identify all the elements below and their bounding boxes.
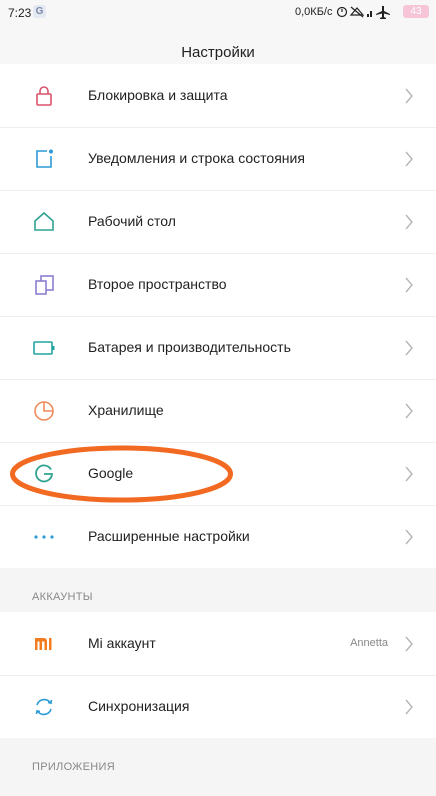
network-speed: 0,0КБ/с bbox=[295, 6, 333, 18]
settings-list: Блокировка и защита Уведомления и строка… bbox=[0, 64, 436, 782]
chevron-right-icon bbox=[405, 340, 413, 355]
settings-item-mi-account[interactable]: Mi аккаунт Annetta bbox=[0, 612, 436, 675]
wifi-off-icon bbox=[349, 6, 365, 18]
settings-item-home-screen[interactable]: Рабочий стол bbox=[0, 190, 436, 253]
status-bar: 7:23 G 0,0КБ/с 43 bbox=[0, 0, 436, 26]
settings-item-battery[interactable]: Батарея и производительность bbox=[0, 316, 436, 379]
battery-indicator: 43 bbox=[403, 5, 429, 18]
sync-icon bbox=[35, 698, 53, 715]
settings-item-sync[interactable]: Синхронизация bbox=[0, 675, 436, 738]
settings-item-label: Mi аккаунт bbox=[88, 635, 156, 651]
signal-icon bbox=[367, 11, 372, 17]
settings-item-label: Второе пространство bbox=[88, 276, 227, 292]
account-name: Annetta bbox=[350, 637, 388, 649]
lock-icon bbox=[36, 85, 52, 106]
more-dots-icon bbox=[34, 534, 54, 539]
chevron-right-icon bbox=[405, 151, 413, 166]
section-header-apps: ПРИЛОЖЕНИЯ bbox=[0, 738, 436, 782]
settings-item-advanced[interactable]: Расширенные настройки bbox=[0, 505, 436, 568]
system-settings-card: Блокировка и защита Уведомления и строка… bbox=[0, 64, 436, 568]
mi-icon bbox=[35, 637, 52, 650]
settings-item-notifications[interactable]: Уведомления и строка состояния bbox=[0, 127, 436, 190]
google-icon bbox=[35, 464, 53, 482]
settings-item-label: Google bbox=[88, 465, 134, 481]
storage-pie-icon bbox=[34, 400, 54, 421]
status-time: 7:23 bbox=[8, 6, 32, 20]
battery-icon bbox=[33, 340, 55, 355]
chevron-right-icon bbox=[405, 214, 413, 229]
settings-item-label: Рабочий стол bbox=[88, 213, 176, 229]
settings-item-google[interactable]: Google bbox=[0, 442, 436, 505]
airplane-icon bbox=[376, 6, 390, 19]
settings-item-label: Расширенные настройки bbox=[88, 528, 250, 544]
second-space-icon bbox=[35, 274, 54, 295]
chevron-right-icon bbox=[405, 403, 413, 418]
status-icons bbox=[336, 4, 400, 23]
chevron-right-icon bbox=[405, 88, 413, 103]
settings-item-label: Уведомления и строка состояния bbox=[88, 150, 305, 166]
chevron-right-icon bbox=[405, 636, 413, 651]
settings-item-label: Хранилище bbox=[88, 402, 164, 418]
home-icon bbox=[34, 211, 54, 231]
chevron-right-icon bbox=[405, 529, 413, 544]
chevron-right-icon bbox=[405, 277, 413, 292]
chevron-right-icon bbox=[405, 699, 413, 714]
settings-item-label: Синхронизация bbox=[88, 698, 190, 714]
settings-item-second-space[interactable]: Второе пространство bbox=[0, 253, 436, 316]
alarm-icon bbox=[336, 6, 348, 18]
accounts-card: Mi аккаунт Annetta Синхронизация bbox=[0, 612, 436, 738]
settings-item-storage[interactable]: Хранилище bbox=[0, 379, 436, 442]
settings-item-label: Батарея и производительность bbox=[88, 339, 291, 355]
section-header-accounts: АККАУНТЫ bbox=[0, 568, 436, 612]
chevron-right-icon bbox=[405, 466, 413, 481]
notification-icon bbox=[36, 149, 53, 168]
settings-item-label: Блокировка и защита bbox=[88, 87, 228, 103]
settings-item-lock[interactable]: Блокировка и защита bbox=[0, 64, 436, 127]
google-notification-icon: G bbox=[33, 5, 46, 18]
